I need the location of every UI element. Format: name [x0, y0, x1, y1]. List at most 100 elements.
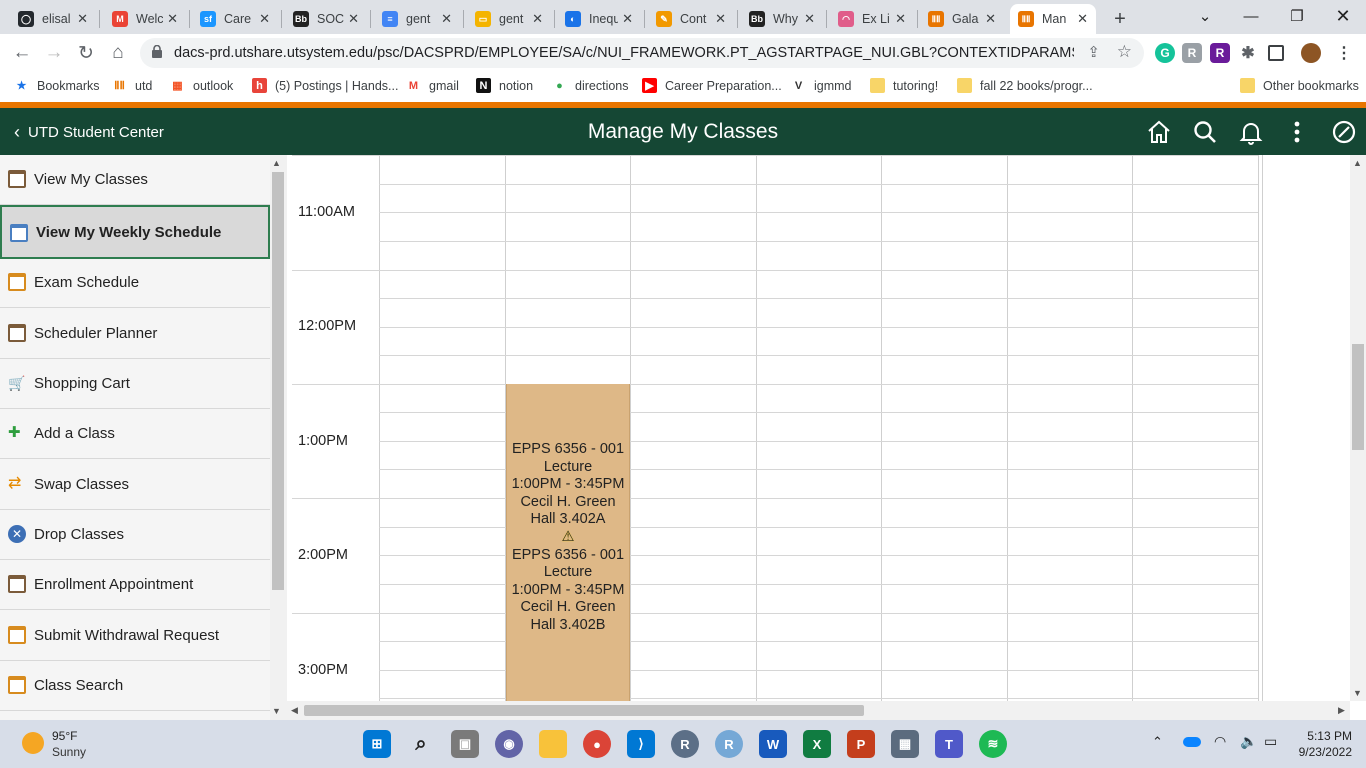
task-view-icon[interactable]: ▣	[451, 730, 479, 758]
sidebar-item[interactable]: Exam Schedule	[0, 258, 270, 308]
navbar-compass-icon[interactable]	[1331, 119, 1357, 145]
close-tab-icon[interactable]: ✕	[167, 11, 178, 27]
browser-tab[interactable]: ◐ Inequ ✕	[557, 4, 641, 34]
restore-button[interactable]: ❐	[1274, 0, 1320, 32]
volume-icon[interactable]: 🔈	[1240, 733, 1257, 750]
sidebar-item[interactable]: Class Search	[0, 661, 270, 711]
bookmark-item[interactable]: fall 22 books/progr...	[957, 78, 1093, 93]
bookmark-item[interactable]: Mgmail	[406, 78, 459, 93]
browser-tab[interactable]: Bb SOCI✕	[285, 4, 367, 34]
bookmark-item[interactable]: h (5) Postings | Hands...	[252, 78, 398, 93]
close-tab-icon[interactable]: ✕	[77, 11, 88, 27]
sidebar-item[interactable]: View My Classes	[0, 155, 270, 205]
onedrive-icon[interactable]	[1183, 737, 1201, 747]
tab-search-icon[interactable]: ⌄	[1182, 0, 1228, 32]
more-options-icon[interactable]	[1284, 119, 1310, 145]
browser-tab[interactable]: sf Care ✕	[192, 4, 278, 34]
sidebar-scroll-thumb[interactable]	[272, 172, 284, 590]
browser-tab[interactable]: ◯ elisal ✕	[10, 4, 96, 34]
sidebar-item[interactable]: Enrollment Appointment	[0, 560, 270, 610]
close-tab-icon[interactable]: ✕	[532, 11, 543, 27]
browser-tab[interactable]: M Welc ✕	[104, 4, 186, 34]
file-explorer-icon[interactable]	[539, 730, 567, 758]
close-tab-icon[interactable]: ✕	[259, 11, 270, 27]
back-arrow-icon[interactable]: ←	[8, 39, 36, 67]
close-window-button[interactable]: ✕	[1320, 0, 1366, 32]
bookmark-item[interactable]: ★ Bookmarks	[14, 78, 100, 93]
chat-icon[interactable]: ◉	[495, 730, 523, 758]
puzzle-extensions-icon[interactable]: ✱	[1238, 43, 1258, 63]
powerpoint-icon[interactable]: P	[847, 730, 875, 758]
share-icon[interactable]: ⇪	[1087, 43, 1100, 61]
minimize-button[interactable]: —	[1228, 0, 1274, 32]
reload-icon[interactable]: ↻	[72, 39, 100, 67]
search-icon[interactable]: ⌕	[407, 730, 435, 758]
close-tab-icon[interactable]: ✕	[622, 11, 633, 27]
close-tab-icon[interactable]: ✕	[985, 11, 996, 27]
browser-tab[interactable]: ▭ gent ✕	[467, 4, 551, 34]
browser-tab[interactable]: ⅡⅡ Man ✕	[1010, 4, 1096, 34]
search-icon[interactable]	[1192, 119, 1218, 145]
wifi-icon[interactable]: ◠	[1214, 733, 1226, 750]
bookmark-item[interactable]: ⅡⅡ utd	[112, 78, 152, 93]
word-icon[interactable]: W	[759, 730, 787, 758]
horizontal-scroll-thumb[interactable]	[304, 705, 864, 716]
r-extension-icon[interactable]: R	[1210, 43, 1230, 63]
sidebar-item[interactable]: ✕ Drop Classes	[0, 510, 270, 560]
browser-tab[interactable]: ≡ gent ✕	[374, 4, 460, 34]
close-tab-icon[interactable]: ✕	[348, 11, 359, 27]
chrome-icon[interactable]: ●	[583, 730, 611, 758]
sidebar-item[interactable]: 🛒 Shopping Cart	[0, 359, 270, 409]
extension-icon[interactable]: R	[1182, 43, 1202, 63]
battery-icon[interactable]: ▭	[1264, 733, 1277, 750]
bookmark-item[interactable]: tutoring!	[870, 78, 938, 93]
other-bookmarks[interactable]: Other bookmarks	[1240, 78, 1359, 93]
scroll-left-arrow-icon[interactable]: ◀	[291, 705, 298, 716]
weather-temp[interactable]: 95°F	[52, 729, 77, 743]
scroll-down-arrow-icon[interactable]: ▼	[272, 706, 281, 716]
sidebar-item[interactable]: View My Weekly Schedule	[0, 205, 270, 259]
chevron-up-icon[interactable]: ⌃	[1152, 734, 1163, 750]
close-tab-icon[interactable]: ✕	[441, 11, 452, 27]
calculator-icon[interactable]: ▦	[891, 730, 919, 758]
main-scroll-thumb[interactable]	[1352, 344, 1364, 450]
class-meeting-block[interactable]: EPPS 6356 - 001 Lecture 1:00PM - 3:45PM …	[506, 384, 630, 701]
close-tab-icon[interactable]: ✕	[715, 11, 726, 27]
bookmark-item[interactable]: ▦ outlook	[170, 78, 233, 93]
new-tab-button[interactable]: +	[1106, 4, 1134, 34]
address-bar[interactable]: dacs-prd.utshare.utsystem.edu/psc/DACSPR…	[140, 38, 1144, 68]
menu-kebab-icon[interactable]: ⋮	[1334, 43, 1354, 63]
vscode-icon[interactable]: ⟩	[627, 730, 655, 758]
bookmark-item[interactable]: ● directions	[552, 78, 628, 93]
close-tab-icon[interactable]: ✕	[804, 11, 815, 27]
start-windows-icon[interactable]: ⊞	[363, 730, 391, 758]
scroll-down-arrow-icon[interactable]: ▼	[1353, 688, 1362, 698]
browser-tab[interactable]: ⅡⅡ Gala ✕	[920, 4, 1004, 34]
scroll-up-arrow-icon[interactable]: ▲	[272, 158, 281, 168]
bookmark-item[interactable]: Vigmmd	[791, 78, 852, 93]
browser-tab[interactable]: ✎ Cont ✕	[648, 4, 734, 34]
bookmark-item[interactable]: Nnotion	[476, 78, 533, 93]
back-link[interactable]: ‹ UTD Student Center	[14, 122, 164, 143]
spotify-icon[interactable]: ≋	[979, 730, 1007, 758]
scroll-right-arrow-icon[interactable]: ▶	[1338, 705, 1345, 716]
forward-arrow-icon[interactable]: →	[40, 39, 68, 67]
bookmark-star-icon[interactable]: ☆	[1117, 42, 1132, 62]
grammarly-extension-icon[interactable]: G	[1155, 43, 1175, 63]
browser-tab[interactable]: ◠ Ex Li ✕	[830, 4, 914, 34]
bookmark-item[interactable]: ▶ Career Preparation...	[642, 78, 782, 93]
weather-desc[interactable]: Sunny	[52, 745, 86, 759]
sidebar-item[interactable]: ⇄ Swap Classes	[0, 460, 270, 510]
browser-tab[interactable]: Bb Why ✕	[741, 4, 823, 34]
teams-icon[interactable]: T	[935, 730, 963, 758]
clock-time[interactable]: 5:13 PM	[1292, 729, 1352, 743]
home-icon[interactable]: ⌂	[104, 39, 132, 67]
sidebar-item[interactable]: ✚ Add a Class	[0, 409, 270, 459]
clock-date[interactable]: 9/23/2022	[1282, 745, 1352, 759]
r-app-icon[interactable]: R	[671, 730, 699, 758]
sidebar-item[interactable]: Submit Withdrawal Request	[0, 611, 270, 661]
sidebar-item[interactable]: Scheduler Planner	[0, 309, 270, 359]
profile-avatar[interactable]	[1301, 43, 1321, 63]
scroll-up-arrow-icon[interactable]: ▲	[1353, 158, 1362, 168]
bell-icon[interactable]	[1238, 119, 1264, 145]
